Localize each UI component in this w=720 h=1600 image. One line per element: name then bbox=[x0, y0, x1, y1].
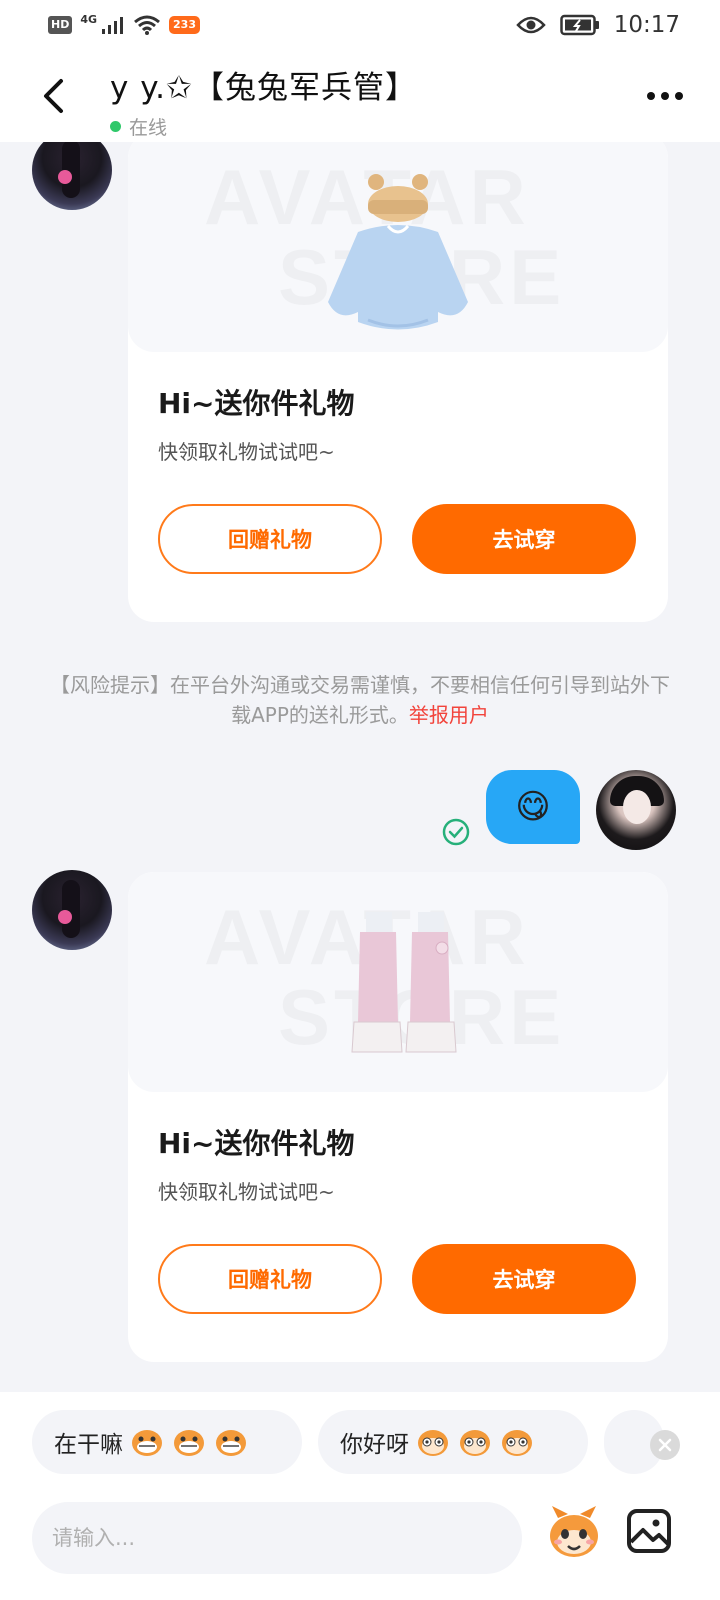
gift-title: Hi~送你件礼物 bbox=[158, 1127, 355, 1160]
try-on-button[interactable]: 去试穿 bbox=[412, 1244, 636, 1314]
more-icon-dot bbox=[675, 92, 683, 100]
status-right: 10:17 bbox=[515, 12, 680, 38]
gift-card[interactable]: AVATAR STORE Hi~送你件礼物 快领取礼物试试吧~ 回赠礼物 去试穿 bbox=[128, 872, 668, 1362]
header-titles: y y.✩【兔兔军兵管】 在线 bbox=[110, 62, 417, 140]
mascot-emoji-icon bbox=[418, 1430, 448, 1456]
status-bar: HD 4G 233 10:17 bbox=[0, 0, 720, 50]
close-quick-replies-button[interactable] bbox=[650, 1430, 680, 1460]
mascot-emoji-icon bbox=[216, 1430, 246, 1456]
gift-subtitle: 快领取礼物试试吧~ bbox=[158, 1180, 335, 1204]
gift-title: Hi~送你件礼物 bbox=[158, 387, 355, 420]
chat-message-list[interactable]: AVATAR STORE Hi~送你件礼物 快领取礼物试试吧~ 回赠礼物 去试穿… bbox=[0, 142, 720, 1392]
online-status: 在线 bbox=[110, 113, 417, 140]
read-check-icon bbox=[442, 818, 470, 846]
more-icon-dot bbox=[647, 92, 655, 100]
close-icon bbox=[658, 1438, 672, 1452]
image-icon[interactable] bbox=[626, 1508, 672, 1554]
try-on-button[interactable]: 去试穿 bbox=[412, 504, 636, 574]
return-gift-button[interactable]: 回赠礼物 bbox=[158, 504, 382, 574]
gift-subtitle: 快领取礼物试试吧~ bbox=[158, 440, 335, 464]
signal-icon bbox=[102, 17, 124, 34]
online-dot bbox=[110, 121, 121, 132]
status-left: HD 4G 233 bbox=[48, 12, 200, 36]
clock: 10:17 bbox=[613, 12, 680, 38]
chat-title: y y.✩【兔兔军兵管】 bbox=[110, 70, 417, 106]
gift-item-image: AVATAR STORE bbox=[128, 142, 668, 352]
back-button[interactable] bbox=[30, 72, 78, 120]
app-notification-badge: 233 bbox=[169, 16, 200, 34]
gift-card[interactable]: AVATAR STORE Hi~送你件礼物 快领取礼物试试吧~ 回赠礼物 去试穿 bbox=[128, 142, 668, 622]
emoji-content: 😋 bbox=[515, 787, 551, 827]
gift-item-image: AVATAR STORE bbox=[128, 872, 668, 1092]
emoji-message-bubble[interactable]: 😋 bbox=[486, 770, 580, 844]
network-type: 4G bbox=[80, 12, 98, 26]
mascot-emoji-icon bbox=[132, 1430, 162, 1456]
more-icon-dot bbox=[661, 92, 669, 100]
sender-avatar[interactable] bbox=[32, 142, 112, 210]
composer-bar: 在干嘛 你好呀 bbox=[0, 1392, 720, 1600]
chat-header: y y.✩【兔兔军兵管】 在线 bbox=[0, 50, 720, 142]
report-user-link[interactable]: 举报用户 bbox=[409, 703, 489, 727]
quick-reply-text: 你好呀 bbox=[340, 1432, 409, 1458]
my-avatar[interactable] bbox=[596, 770, 676, 850]
online-status-text: 在线 bbox=[129, 117, 168, 139]
back-arrow-icon bbox=[44, 79, 63, 113]
quick-reply-text: 在干嘛 bbox=[54, 1432, 123, 1458]
mascot-emoji-icon bbox=[174, 1430, 204, 1456]
boots-item-icon bbox=[351, 912, 457, 1053]
risk-notice-text: 【风险提示】在平台外沟通或交易需谨慎，不要相信任何引导到站外下载APP的送礼形式… bbox=[50, 673, 670, 727]
quick-reply-chip[interactable]: 你好呀 bbox=[318, 1410, 588, 1474]
mascot-emoji-icon bbox=[502, 1430, 532, 1456]
eye-icon bbox=[515, 16, 546, 34]
sweater-item-icon bbox=[328, 174, 468, 330]
hd-badge: HD bbox=[48, 16, 73, 34]
battery-icon bbox=[559, 14, 599, 36]
sender-avatar[interactable] bbox=[32, 870, 112, 950]
message-input[interactable] bbox=[32, 1502, 522, 1574]
more-options-button[interactable] bbox=[640, 78, 690, 114]
return-gift-button[interactable]: 回赠礼物 bbox=[158, 1244, 382, 1314]
wifi-icon bbox=[134, 15, 160, 35]
mascot-emoji-icon bbox=[460, 1430, 490, 1456]
mascot-emoji-icon[interactable] bbox=[544, 1504, 604, 1564]
quick-reply-chip[interactable]: 在干嘛 bbox=[32, 1410, 302, 1474]
risk-notice: 【风险提示】在平台外沟通或交易需谨慎，不要相信任何引导到站外下载APP的送礼形式… bbox=[50, 670, 670, 730]
